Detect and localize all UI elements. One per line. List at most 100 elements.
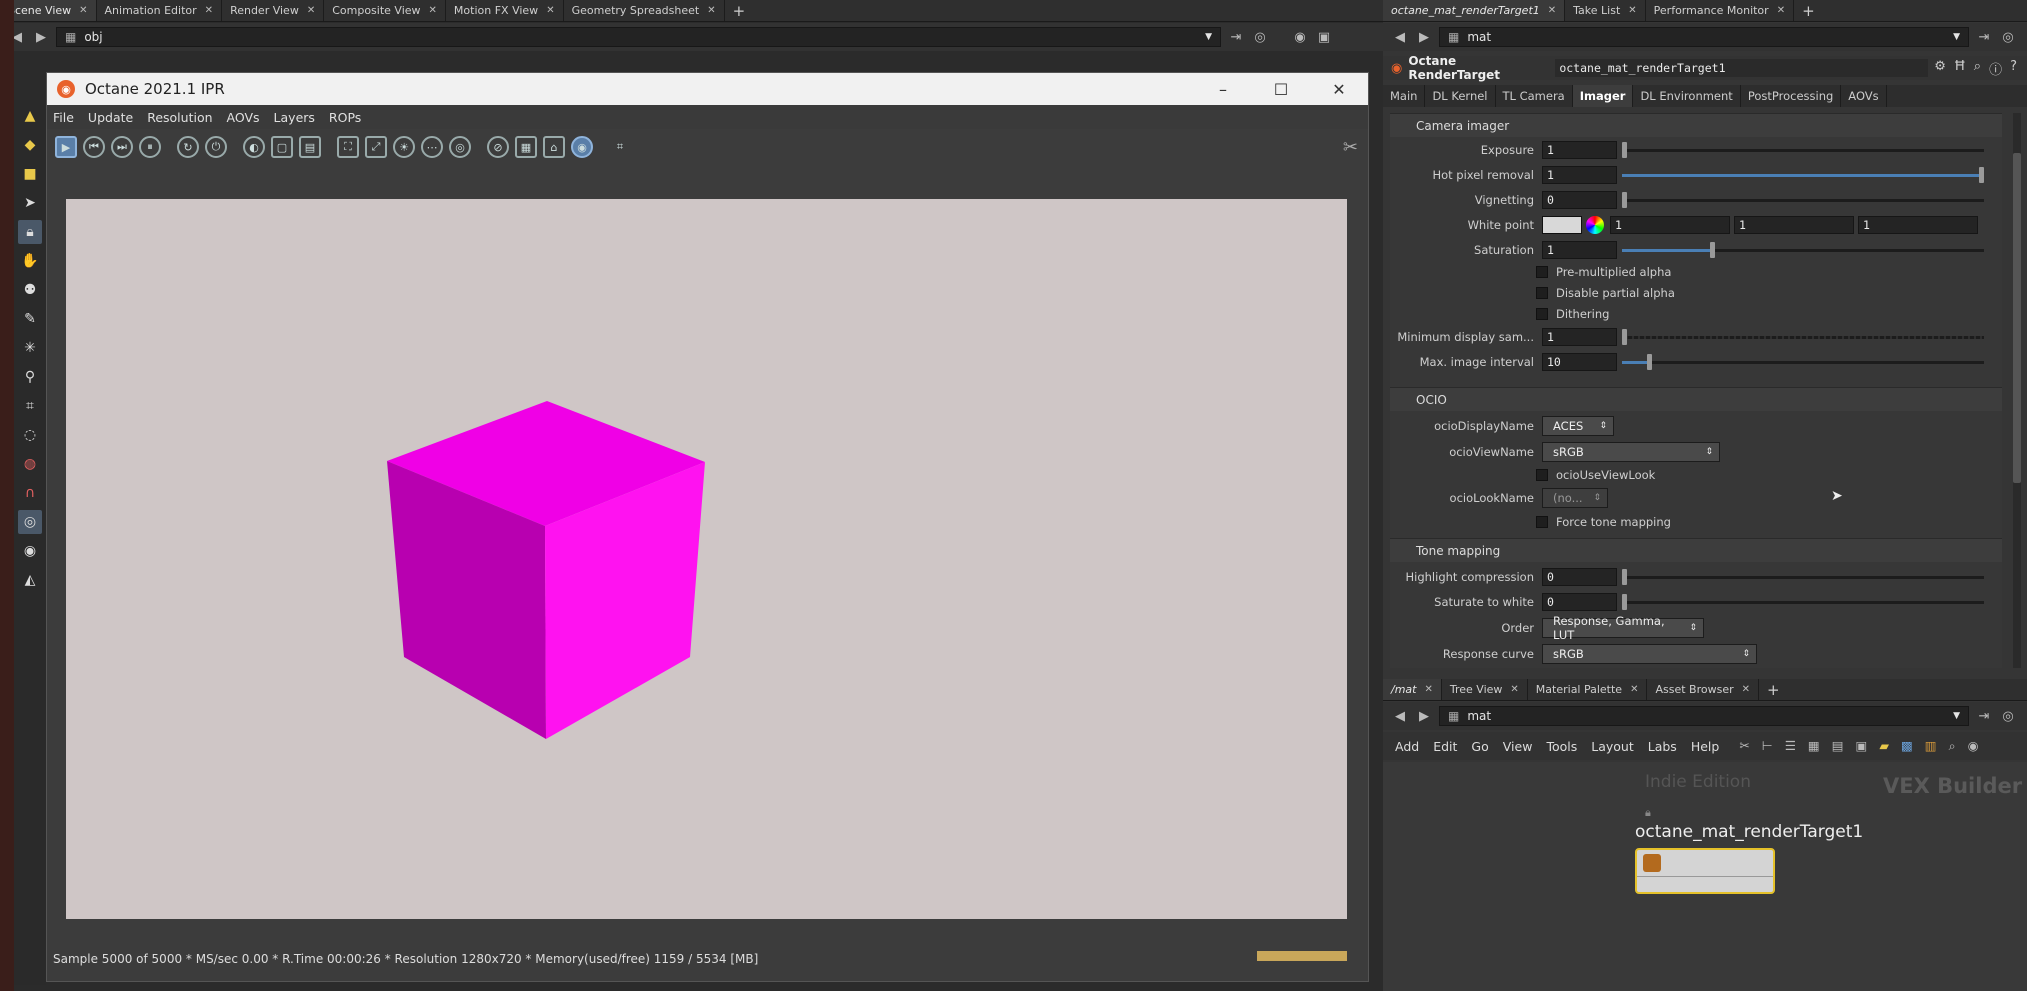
ptab-dl-kernel[interactable]: DL Kernel [1425, 85, 1496, 107]
back-arrow-icon[interactable]: ◀ [1391, 28, 1409, 46]
ptab-tl-camera[interactable]: TL Camera [1496, 85, 1573, 107]
close-icon[interactable]: ✕ [79, 5, 87, 16]
tab-tree-view[interactable]: Tree View ✕ [1442, 679, 1528, 700]
order-dropdown[interactable]: Response, Gamma, LUT ⇕ [1542, 614, 1704, 642]
play-icon[interactable]: ▶ [55, 136, 77, 158]
image-icon[interactable]: ▣ [1856, 738, 1868, 754]
tab-mat[interactable]: /mat ✕ [1383, 679, 1442, 700]
tab-performance-monitor[interactable]: Performance Monitor ✕ [1646, 0, 1795, 21]
vignetting-slider[interactable] [1622, 192, 1984, 208]
menu-help[interactable]: Help [1691, 739, 1720, 754]
menu-resolution[interactable]: Resolution [147, 110, 212, 125]
note-icon[interactable]: ▰ [1879, 738, 1889, 754]
ocio-look-dropdown[interactable]: (no... ⇕ [1542, 488, 1608, 508]
hot-pixel-slider[interactable] [1622, 167, 1984, 183]
tab-composite-view[interactable]: Composite View ✕ [324, 0, 446, 21]
tab-scene-view[interactable]: Scene View ✕ [0, 0, 97, 21]
menu-view[interactable]: View [1503, 739, 1533, 754]
table-icon[interactable]: ▤ [1832, 738, 1844, 754]
close-icon[interactable]: ✕ [1777, 5, 1785, 16]
fit-icon[interactable]: ⛶ [337, 136, 359, 158]
node-name-field[interactable]: octane_mat_renderTarget1 [1555, 59, 1929, 77]
close-icon[interactable]: ✕ [1548, 5, 1556, 16]
close-icon[interactable]: ✕ [1628, 5, 1636, 16]
grid-icon[interactable]: ▦ [515, 136, 537, 158]
menu-rops[interactable]: ROPs [329, 110, 361, 125]
add-tab-button[interactable]: + [1794, 0, 1823, 21]
menu-add[interactable]: Add [1395, 739, 1419, 754]
close-icon[interactable]: ✕ [307, 5, 315, 16]
tab-geometry-spreadsheet[interactable]: Geometry Spreadsheet ✕ [564, 0, 725, 21]
highlight-field[interactable]: 0 [1542, 568, 1617, 586]
camera-icon[interactable]: ◉ [1291, 28, 1309, 46]
joint-tool-icon[interactable]: ✳ [18, 336, 42, 360]
search-icon[interactable]: ⌕ [1974, 59, 1981, 78]
expand-icon[interactable]: ⤢ [365, 136, 387, 158]
target-icon[interactable]: ◎ [449, 136, 471, 158]
ptab-main[interactable]: Main [1383, 85, 1426, 107]
param-path-field[interactable]: ▦ mat ▼ [1439, 27, 1969, 47]
tab-asset-browser[interactable]: Asset Browser ✕ [1647, 679, 1759, 700]
pose-tool-icon[interactable]: ⚉ [18, 278, 42, 302]
forward-arrow-icon[interactable]: ▶ [1415, 28, 1433, 46]
render-viewport[interactable] [66, 199, 1347, 919]
tab-animation-editor[interactable]: Animation Editor ✕ [97, 0, 223, 21]
forward-arrow-icon[interactable]: ▶ [32, 28, 50, 46]
close-icon[interactable]: ✕ [546, 5, 554, 16]
network-canvas[interactable]: Indie Edition VEX Builder 🔒︎ octane_mat_… [1383, 762, 2027, 991]
ptab-aovs[interactable]: AOVs [1841, 85, 1887, 107]
tab-material-palette[interactable]: Material Palette ✕ [1528, 679, 1648, 700]
close-icon[interactable]: ✕ [205, 5, 213, 16]
max-interval-slider[interactable] [1622, 354, 1984, 370]
close-icon[interactable]: ✕ [1510, 684, 1518, 695]
dots-icon[interactable]: ⋯ [421, 136, 443, 158]
menu-file[interactable]: File [53, 110, 74, 125]
home-icon[interactable]: ⌂ [543, 136, 565, 158]
max-interval-field[interactable]: 10 [1542, 353, 1617, 371]
menu-labs[interactable]: Labs [1648, 739, 1677, 754]
tab-render-view[interactable]: Render View ✕ [222, 0, 325, 21]
lock-icon[interactable]: 🔒︎ [18, 220, 42, 244]
move-tool-icon[interactable]: ◆ [18, 133, 42, 157]
list-icon[interactable]: ☰ [1785, 738, 1796, 754]
link-icon[interactable]: ◎ [1251, 28, 1269, 46]
close-icon[interactable]: ✕ [1630, 684, 1638, 695]
sat-white-slider[interactable] [1622, 594, 1984, 610]
focus-icon[interactable]: ◉ [571, 136, 593, 158]
wrench-icon[interactable]: ✂ [1739, 738, 1749, 754]
ocio-display-dropdown[interactable]: ACES ⇕ [1542, 416, 1614, 436]
white-point-b[interactable]: 1 [1858, 216, 1978, 234]
help-h-icon[interactable]: Ħ [1954, 59, 1966, 78]
close-icon[interactable]: ✕ [429, 5, 437, 16]
select-tool-icon[interactable]: ▲ [18, 104, 42, 128]
highlight-slider[interactable] [1622, 569, 1984, 585]
layers-icon[interactable]: ▤ [299, 136, 321, 158]
min-display-field[interactable]: 1 [1542, 328, 1617, 346]
dithering-checkbox[interactable] [1536, 308, 1548, 320]
crop-tool-icon[interactable]: ⌗ [18, 394, 42, 418]
vignetting-field[interactable]: 0 [1542, 191, 1617, 209]
exposure-slider[interactable] [1622, 142, 1984, 158]
step-icon[interactable]: ⏭ [111, 136, 133, 158]
menu-go[interactable]: Go [1471, 739, 1488, 754]
add-tab-button[interactable]: + [1759, 679, 1788, 700]
link-icon[interactable]: ◎ [1999, 707, 2017, 725]
color-wheel-icon[interactable] [1586, 216, 1604, 234]
tab-take-list[interactable]: Take List ✕ [1565, 0, 1646, 21]
refresh-icon[interactable]: ↻ [177, 136, 199, 158]
render-target-node[interactable] [1635, 848, 1775, 894]
gear-icon[interactable]: ⚙ [1934, 59, 1946, 78]
pin-icon[interactable]: ⇥ [1975, 28, 1993, 46]
menu-layout[interactable]: Layout [1591, 739, 1634, 754]
section-ocio[interactable]: OCIO [1390, 387, 2002, 411]
tab-motion-fx-view[interactable]: Motion FX View ✕ [446, 0, 564, 21]
grid-icon[interactable]: ▦ [1808, 738, 1820, 754]
response-dropdown[interactable]: sRGB ⇕ [1542, 644, 1757, 664]
white-point-r[interactable]: 1 [1610, 216, 1730, 234]
minimize-button[interactable]: – [1194, 73, 1252, 105]
saturation-slider[interactable] [1622, 242, 1984, 258]
add-tab-button[interactable]: + [725, 0, 754, 21]
region-icon[interactable]: ▢ [271, 136, 293, 158]
pause-icon[interactable]: ⏸ [139, 136, 161, 158]
pin-icon[interactable]: ⇥ [1975, 707, 1993, 725]
